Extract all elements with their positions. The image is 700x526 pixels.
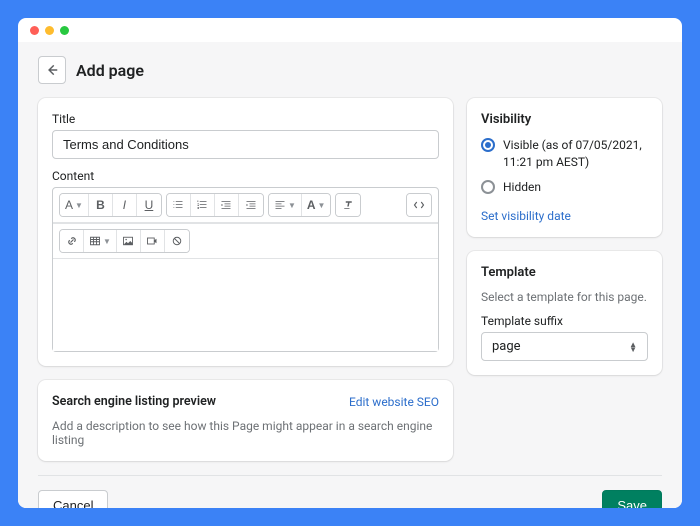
font-style-label: A: [65, 198, 73, 212]
image-icon: [122, 235, 134, 247]
radio-visible[interactable]: [481, 138, 495, 152]
bold-icon: B: [96, 198, 105, 212]
template-suffix-label: Template suffix: [481, 314, 648, 328]
visibility-option-visible[interactable]: Visible (as of 07/05/2021, 11:21 pm AEST…: [481, 137, 648, 171]
table-button[interactable]: ▼: [84, 230, 117, 252]
bullet-list-icon: [172, 199, 184, 211]
link-icon: [66, 235, 78, 247]
main-column: Title Content A▼ B I U: [38, 98, 453, 461]
outdent-icon: [220, 199, 232, 211]
bullet-list-button[interactable]: [167, 194, 191, 216]
numbered-list-button[interactable]: [191, 194, 215, 216]
seo-description: Add a description to see how this Page m…: [52, 419, 439, 447]
text-color-icon: A: [307, 198, 316, 212]
visibility-heading: Visibility: [481, 112, 648, 127]
cancel-button[interactable]: Cancel: [38, 490, 108, 508]
block-icon: [171, 235, 183, 247]
font-style-dropdown[interactable]: A▼: [60, 194, 89, 216]
italic-icon: I: [123, 198, 126, 212]
visibility-option-hidden[interactable]: Hidden: [481, 179, 648, 196]
seo-card: Search engine listing preview Edit websi…: [38, 380, 453, 461]
title-label: Title: [52, 112, 439, 126]
arrow-left-icon: [45, 63, 59, 77]
outdent-button[interactable]: [215, 194, 239, 216]
underline-button[interactable]: U: [137, 194, 161, 216]
text-color-dropdown[interactable]: A▼: [302, 194, 331, 216]
clear-formatting-button[interactable]: [336, 194, 360, 216]
set-visibility-date-link[interactable]: Set visibility date: [481, 209, 648, 223]
template-suffix-value: page: [492, 339, 521, 354]
visibility-card: Visibility Visible (as of 07/05/2021, 11…: [467, 98, 662, 237]
link-button[interactable]: [60, 230, 84, 252]
page-canvas: Add page Title Content A▼ B I: [18, 42, 682, 508]
bold-button[interactable]: B: [89, 194, 113, 216]
title-content-card: Title Content A▼ B I U: [38, 98, 453, 366]
indent-icon: [245, 199, 257, 211]
italic-button[interactable]: I: [113, 194, 137, 216]
maximize-window-icon[interactable]: [60, 26, 69, 35]
editor-toolbar-row-1: A▼ B I U: [53, 188, 438, 223]
content-columns: Title Content A▼ B I U: [38, 98, 662, 461]
page-header: Add page: [38, 56, 662, 84]
page-title: Add page: [76, 61, 144, 80]
video-button[interactable]: [141, 230, 165, 252]
minimize-window-icon[interactable]: [45, 26, 54, 35]
seo-heading: Search engine listing preview: [52, 394, 216, 409]
editor-textarea[interactable]: [53, 259, 438, 351]
indent-button[interactable]: [239, 194, 263, 216]
save-button[interactable]: Save: [602, 490, 662, 508]
edit-seo-link[interactable]: Edit website SEO: [349, 395, 439, 409]
page-footer: Cancel Save: [38, 475, 662, 508]
select-caret-icon: ▲▼: [629, 342, 637, 352]
underline-icon: U: [145, 198, 154, 212]
title-input[interactable]: [52, 130, 439, 159]
template-heading: Template: [481, 265, 648, 280]
numbered-list-icon: [196, 199, 208, 211]
back-button[interactable]: [38, 56, 66, 84]
template-description: Select a template for this page.: [481, 290, 648, 304]
side-column: Visibility Visible (as of 07/05/2021, 11…: [467, 98, 662, 375]
clear-format-icon: [342, 199, 354, 211]
close-window-icon[interactable]: [30, 26, 39, 35]
video-icon: [146, 235, 158, 247]
app-window: Add page Title Content A▼ B I: [18, 18, 682, 508]
rich-text-editor: A▼ B I U: [52, 187, 439, 352]
code-view-button[interactable]: [407, 194, 431, 216]
editor-toolbar-row-2: ▼: [53, 223, 438, 259]
image-button[interactable]: [117, 230, 141, 252]
template-card: Template Select a template for this page…: [467, 251, 662, 375]
undo-button[interactable]: [165, 230, 189, 252]
radio-visible-label: Visible (as of 07/05/2021, 11:21 pm AEST…: [503, 137, 648, 171]
template-suffix-select[interactable]: page ▲▼: [481, 332, 648, 361]
radio-hidden-label: Hidden: [503, 179, 541, 196]
code-icon: [413, 199, 425, 211]
align-left-icon: [274, 199, 286, 211]
radio-hidden[interactable]: [481, 180, 495, 194]
table-icon: [89, 235, 101, 247]
window-titlebar: [18, 18, 682, 42]
align-dropdown[interactable]: ▼: [269, 194, 302, 216]
content-label: Content: [52, 169, 439, 183]
